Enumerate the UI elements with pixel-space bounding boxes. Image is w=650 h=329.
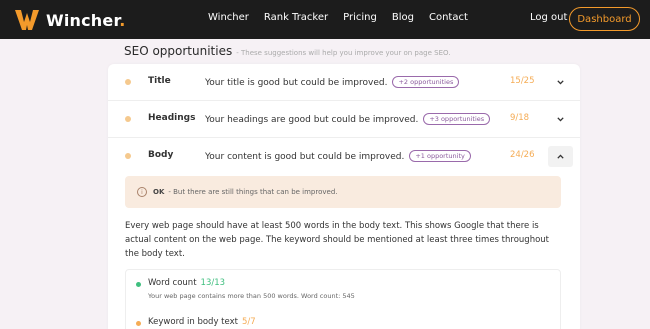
status-dot bbox=[125, 116, 131, 122]
section-header: SEO opportunities - These suggestions wi… bbox=[124, 44, 450, 58]
row-message: Your headings are good but could be impr… bbox=[205, 113, 491, 125]
info-icon: i bbox=[137, 187, 147, 197]
brand-logo[interactable]: Wincher. bbox=[14, 8, 126, 32]
logout-link[interactable]: Log out bbox=[530, 12, 567, 23]
opportunity-row-title[interactable]: Title Your title is good but could be im… bbox=[108, 64, 580, 101]
opportunities-badge: +2 opportunities bbox=[392, 76, 460, 88]
notice-label: OK bbox=[153, 188, 165, 196]
chevron-down-icon bbox=[557, 117, 564, 122]
check-status-dot bbox=[136, 321, 141, 326]
status-dot bbox=[125, 153, 131, 159]
nav-link-contact[interactable]: Contact bbox=[429, 12, 468, 23]
collapse-toggle[interactable] bbox=[548, 146, 573, 167]
row-name: Headings bbox=[148, 113, 196, 123]
section-subtitle: - These suggestions will help you improv… bbox=[236, 49, 451, 57]
check-score: 13/13 bbox=[200, 278, 226, 288]
check-status-dot bbox=[136, 282, 141, 287]
row-message: Your content is good but could be improv… bbox=[205, 150, 471, 162]
brand-name: Wincher. bbox=[46, 10, 126, 30]
opportunities-badge: +1 opportunity bbox=[409, 150, 471, 162]
top-navbar: Wincher. Wincher Rank Tracker Pricing Bl… bbox=[0, 0, 650, 39]
row-name: Body bbox=[148, 150, 174, 160]
main-nav: Wincher Rank Tracker Pricing Blog Contac… bbox=[208, 12, 483, 23]
check-description: Your web page contains more than 500 wor… bbox=[148, 292, 355, 300]
opportunity-row-body[interactable]: Body Your content is good but could be i… bbox=[108, 138, 580, 175]
row-score: 24/26 bbox=[510, 150, 535, 160]
expand-toggle[interactable] bbox=[548, 72, 573, 93]
nav-link-rank-tracker[interactable]: Rank Tracker bbox=[264, 12, 328, 23]
row-message: Your title is good but could be improved… bbox=[205, 76, 460, 88]
nav-link-wincher[interactable]: Wincher bbox=[208, 12, 249, 23]
dashboard-button[interactable]: Dashboard bbox=[569, 7, 640, 31]
wincher-logo-icon bbox=[15, 10, 39, 30]
opportunity-row-headings[interactable]: Headings Your headings are good but coul… bbox=[108, 101, 580, 138]
body-description: Every web page should have at least 500 … bbox=[125, 221, 549, 259]
opportunities-badge: +3 opportunities bbox=[423, 113, 491, 125]
chevron-down-icon bbox=[557, 80, 564, 85]
notice-text: - But there are still things that can be… bbox=[168, 188, 338, 196]
nav-link-pricing[interactable]: Pricing bbox=[343, 12, 377, 23]
row-score: 15/25 bbox=[510, 76, 535, 86]
chevron-up-icon bbox=[557, 154, 564, 159]
row-name: Title bbox=[148, 76, 171, 86]
check-score: 5/7 bbox=[241, 317, 256, 327]
check-title: Keyword in body text 5/7 bbox=[148, 317, 256, 327]
expand-toggle[interactable] bbox=[548, 109, 573, 130]
status-notice: i OK - But there are still things that c… bbox=[125, 176, 561, 208]
check-title: Word count 13/13 bbox=[148, 278, 226, 288]
status-dot bbox=[125, 79, 131, 85]
nav-link-blog[interactable]: Blog bbox=[392, 12, 414, 23]
row-score: 9/18 bbox=[510, 113, 530, 123]
checks-list: Word count 13/13 Your web page contains m… bbox=[125, 269, 561, 329]
seo-opportunities-card: Title Your title is good but could be im… bbox=[108, 64, 580, 329]
section-title: SEO opportunities bbox=[124, 44, 233, 58]
